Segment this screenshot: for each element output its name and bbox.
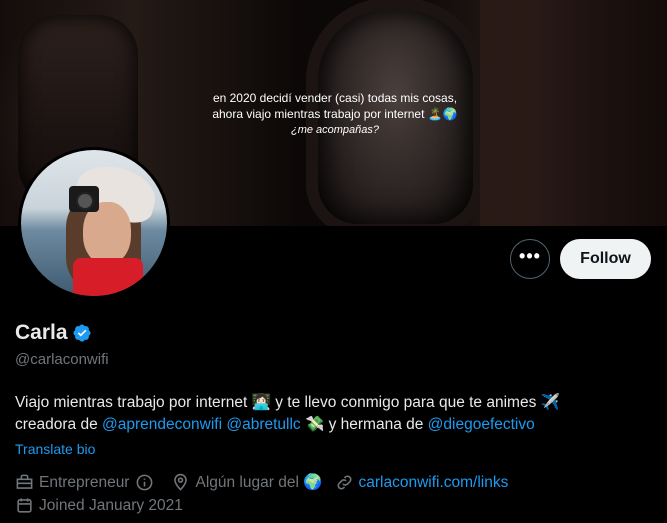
location-pin-icon (174, 473, 188, 491)
avatar-camera-lens (76, 192, 94, 210)
calendar-icon (17, 498, 32, 513)
bio-line2: creadora de @aprendeconwifi @abretullc 💸… (15, 414, 655, 436)
bio-text: 💸 y hermana de (300, 416, 428, 433)
joined-item: Joined January 2021 (15, 496, 183, 515)
more-dots-icon: ••• (519, 245, 541, 266)
bio-line1: Viajo mientras trabajo por internet 👩🏻‍💻… (15, 394, 560, 411)
display-name: Carla (15, 321, 68, 344)
mention-link[interactable]: @diegoefectivo (428, 416, 535, 433)
website-item: carlaconwifi.com/links (335, 473, 509, 492)
handle: @carlaconwifi (15, 351, 109, 368)
info-icon[interactable] (135, 473, 154, 492)
more-options-button[interactable]: ••• (510, 239, 550, 279)
translate-bio-link[interactable]: Translate bio (15, 441, 95, 457)
banner-text-line3: ¿me acompañas? (290, 124, 380, 136)
location-item: Algún lugar del 🌍 (171, 473, 323, 492)
verified-badge-icon[interactable] (72, 323, 92, 343)
location-text: Algún lugar del 🌍 (195, 474, 323, 491)
profile-meta: Entrepreneur Algún lugar del 🌍 carlaconw… (15, 473, 520, 492)
follow-button[interactable]: Follow (560, 239, 651, 279)
avatar-image (21, 150, 167, 296)
avatar[interactable] (18, 147, 170, 299)
website-link[interactable]: carlaconwifi.com/links (359, 474, 509, 492)
category-text: Entrepreneur (39, 473, 130, 491)
briefcase-icon (16, 474, 33, 489)
joined-text: Joined January 2021 (39, 496, 183, 514)
banner-text-line1: en 2020 decidí vender (casi) todas mis c… (212, 91, 458, 105)
bio: Viajo mientras trabajo por internet 👩🏻‍💻… (15, 392, 655, 436)
mention-link[interactable]: @aprendeconwifi (102, 416, 222, 433)
joined-row: Joined January 2021 (15, 496, 195, 515)
name-row: Carla (15, 321, 92, 345)
avatar-top (73, 258, 143, 296)
banner-text-line2: ahora viajo mientras trabajo por interne… (212, 107, 458, 121)
link-icon (336, 475, 352, 490)
mention-link[interactable]: @abretullc (226, 416, 300, 433)
bio-text: creadora de (15, 416, 103, 433)
category-item: Entrepreneur (15, 473, 159, 492)
